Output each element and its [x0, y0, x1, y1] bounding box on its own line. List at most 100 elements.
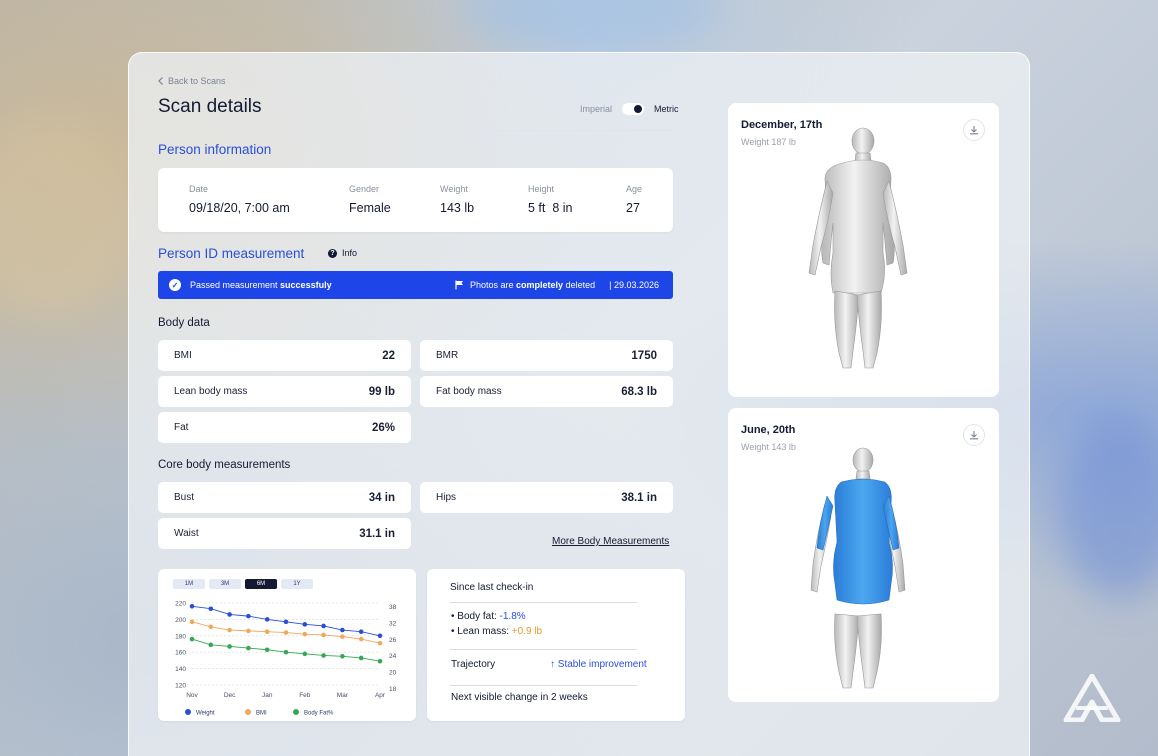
legend-swatch	[245, 709, 251, 715]
unit-switch[interactable]	[622, 103, 645, 115]
metric-value: 1750	[631, 349, 657, 362]
download-button[interactable]	[963, 424, 985, 446]
divider	[158, 130, 673, 131]
download-button[interactable]	[963, 119, 985, 141]
data-point	[264, 617, 270, 622]
data-point	[283, 619, 289, 625]
photos-strong: completely	[516, 280, 564, 290]
y-tick-label-right: 26	[389, 637, 397, 644]
period-tab-3m[interactable]: 3M	[209, 579, 241, 589]
x-tick-label: Dec	[224, 692, 236, 699]
id-measurement-heading: Person ID measurement	[158, 246, 305, 261]
data-point	[340, 627, 345, 633]
height-label: Height	[528, 184, 555, 194]
weight-value: 143 lb	[440, 201, 475, 215]
download-icon	[970, 431, 978, 440]
metric-label: Fat	[174, 422, 189, 433]
background-bokeh	[1060, 420, 1158, 600]
period-tab-1y[interactable]: 1Y	[281, 579, 313, 589]
divider	[450, 649, 637, 650]
unit-toggle[interactable]: Imperial Metric	[580, 103, 679, 115]
scan-card[interactable]: June, 20th Weight 143 lb	[728, 408, 999, 702]
metric-option[interactable]: Metric	[654, 104, 679, 114]
data-point	[246, 645, 251, 651]
info-button[interactable]: ? Info	[328, 248, 357, 258]
page-title: Scan details	[158, 96, 262, 117]
body-scan-model	[808, 127, 908, 369]
legend-swatch	[185, 709, 191, 715]
data-point	[377, 633, 383, 639]
x-tick-label: Mar	[337, 692, 349, 699]
data-point	[227, 627, 232, 633]
divider	[450, 602, 637, 603]
info-icon: ?	[328, 248, 337, 258]
metric-label: Waist	[174, 528, 199, 539]
info-label: Info	[342, 248, 358, 258]
metric-value: 34 in	[368, 491, 395, 504]
y-tick-label-left: 140	[175, 666, 186, 673]
deletion-date: | 29.03.2026	[609, 280, 659, 290]
metric-value: 99 lb	[368, 385, 395, 398]
x-tick-label: Jan	[262, 692, 273, 699]
trajectory-label: Trajectory	[451, 659, 496, 670]
metric-label: BMI	[174, 350, 192, 361]
date-value: 09/18/20, 7:00 am	[189, 201, 290, 215]
data-point	[189, 636, 195, 642]
divider	[450, 685, 637, 686]
metric-value: 38.1 in	[621, 491, 657, 504]
legend-label: Weight	[196, 711, 215, 717]
y-tick-label-right: 18	[389, 686, 397, 693]
body-data-heading: Body data	[158, 317, 210, 329]
age-value: 27	[626, 201, 640, 215]
x-tick-label: Apr	[375, 692, 386, 699]
data-point	[340, 634, 345, 639]
period-tab-1m[interactable]: 1M	[173, 579, 205, 589]
metric-fat-body-mass: Fat body mass 68.3 lb	[420, 376, 673, 407]
data-point	[208, 624, 214, 630]
metric-value: 68.3 lb	[621, 385, 657, 398]
arrow-up-icon: ↑	[550, 659, 555, 670]
more-body-measurements-link[interactable]: More Body Measurements	[552, 536, 669, 547]
metric-label: Lean body mass	[174, 386, 248, 397]
period-tab-6m[interactable]: 6M	[245, 579, 277, 589]
y-tick-label-left: 180	[175, 633, 186, 640]
metric-label: Bust	[174, 492, 195, 503]
gender-label: Gender	[349, 184, 380, 194]
y-tick-label-left: 160	[175, 650, 186, 657]
background-bokeh	[0, 120, 140, 320]
data-point	[264, 647, 270, 653]
metric-label: Fat body mass	[436, 386, 502, 397]
metric-fat: Fat 26%	[158, 412, 411, 443]
scan-weight: Weight 187 lb	[741, 137, 796, 147]
date-label: Date	[189, 184, 209, 194]
scan-card[interactable]: December, 17th Weight 187 lb	[728, 103, 999, 397]
y-tick-label-right: 24	[389, 653, 397, 660]
x-tick-label: Feb	[299, 692, 311, 699]
measurement-status-banner: ✓ Passed measurement successfuly Photos …	[158, 271, 673, 299]
legend-label: Body Fat%	[304, 711, 334, 717]
photos-prefix: Photos are	[470, 280, 517, 290]
background-bokeh	[460, 0, 720, 50]
back-label: Back to Scans	[168, 76, 226, 86]
metric-bmr: BMR 1750	[420, 340, 673, 371]
data-point	[283, 649, 289, 655]
data-point	[321, 632, 326, 638]
data-point	[189, 619, 195, 625]
imperial-option[interactable]: Imperial	[580, 104, 612, 114]
legend-label: BMI	[256, 711, 267, 717]
data-point	[189, 603, 195, 609]
core-measurements-heading: Core body measurements	[158, 459, 291, 471]
back-to-scans-link[interactable]: Back to Scans	[158, 76, 226, 86]
chevron-left-icon	[158, 77, 163, 85]
trajectory-value: ↑ Stable improvement	[550, 659, 647, 670]
data-point	[302, 651, 308, 657]
lean-mass-change: • Lean mass: +0.9 lb	[451, 626, 543, 637]
data-point	[377, 658, 383, 664]
data-point	[264, 629, 270, 634]
checkin-title: Since last check-in	[450, 582, 534, 593]
y-tick-label-left: 120	[175, 683, 186, 690]
brand-logo	[1063, 674, 1121, 722]
person-info-card: Date 09/18/20, 7:00 am Gender Female Weigh…	[158, 168, 673, 232]
data-point	[246, 613, 251, 619]
body-scan-model-comparison	[810, 447, 906, 689]
